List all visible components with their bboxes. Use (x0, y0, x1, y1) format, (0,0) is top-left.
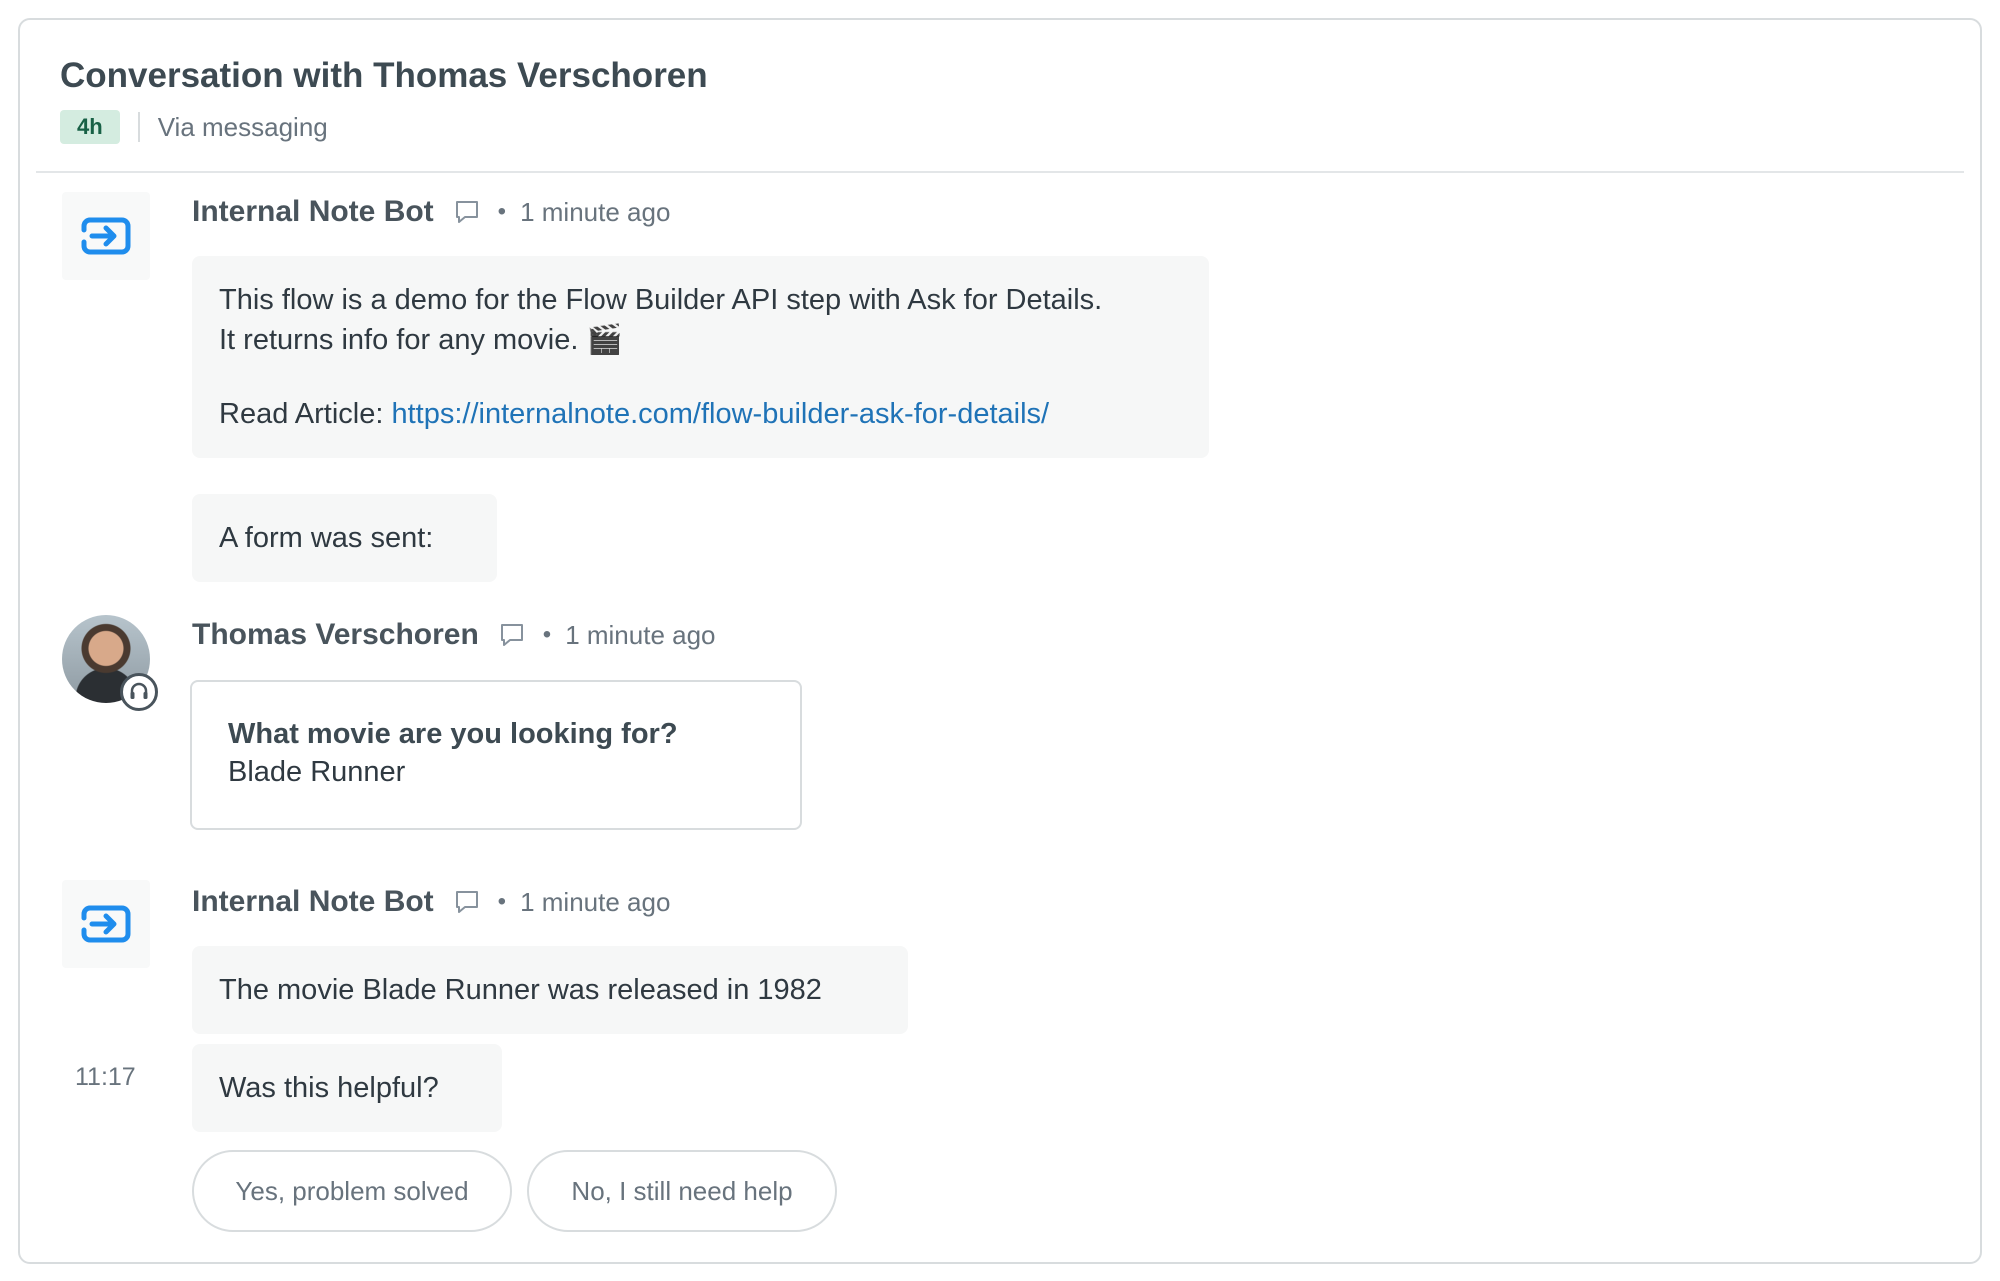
separator-dot: • (497, 198, 507, 225)
separator-dot: • (497, 888, 507, 915)
message-time: 1 minute ago (565, 619, 716, 650)
header-divider (36, 171, 1964, 173)
form-response-card: What movie are you looking for? Blade Ru… (190, 680, 802, 830)
message-bubble: This flow is a demo for the Flow Builder… (192, 256, 1209, 458)
message-text: The movie Blade Runner was released in 1… (219, 974, 822, 1006)
message-time: 1 minute ago (520, 196, 671, 227)
avatar (62, 615, 158, 711)
message-bubble: The movie Blade Runner was released in 1… (192, 946, 908, 1034)
form-question: What movie are you looking for? (228, 718, 678, 750)
message-text: Was this helpful? (219, 1072, 439, 1104)
article-label: Read Article: (219, 398, 392, 430)
conversation-header: Conversation with Thomas Verschoren 4h V… (60, 54, 708, 144)
channel-label: Via messaging (157, 111, 328, 142)
separator-dot: • (542, 621, 552, 648)
age-badge: 4h (60, 110, 120, 144)
message-header: Thomas Verschoren • 1 minute ago (192, 615, 716, 655)
speech-bubble-icon (499, 622, 525, 648)
message-text: A form was sent: (219, 522, 434, 554)
reply-yes-button[interactable]: Yes, problem solved (192, 1150, 512, 1232)
transfer-arrow-icon (81, 905, 131, 943)
form-answer: Blade Runner (228, 756, 406, 788)
article-line: Read Article: https://internalnote.com/f… (219, 394, 1182, 434)
message-header: Internal Note Bot • 1 minute ago (192, 882, 670, 922)
bot-avatar (62, 192, 150, 280)
article-link[interactable]: https://internalnote.com/flow-builder-as… (391, 398, 1049, 430)
bot-avatar (62, 880, 150, 968)
conversation-meta: 4h Via messaging (60, 110, 708, 144)
message-header: Internal Note Bot • 1 minute ago (192, 192, 670, 232)
message-bubble: A form was sent: (192, 494, 497, 582)
conversation-panel: Conversation with Thomas Verschoren 4h V… (18, 18, 1982, 1264)
message-text: This flow is a demo for the Flow Builder… (219, 284, 1103, 316)
author-name: Internal Note Bot (192, 885, 434, 918)
author-name: Internal Note Bot (192, 195, 434, 228)
meta-separator (137, 112, 140, 142)
message-bubble: Was this helpful? (192, 1044, 502, 1132)
message-timestamp: 11:17 (75, 1063, 136, 1091)
transfer-arrow-icon (81, 217, 131, 255)
message-time: 1 minute ago (520, 886, 671, 917)
speech-bubble-icon (454, 889, 480, 915)
headset-icon (120, 673, 158, 711)
conversation-title: Conversation with Thomas Verschoren (60, 56, 708, 95)
message-text: It returns info for any movie. 🎬 (219, 324, 623, 356)
speech-bubble-icon (454, 199, 480, 225)
author-name: Thomas Verschoren (192, 618, 479, 651)
reply-no-button[interactable]: No, I still need help (527, 1150, 837, 1232)
